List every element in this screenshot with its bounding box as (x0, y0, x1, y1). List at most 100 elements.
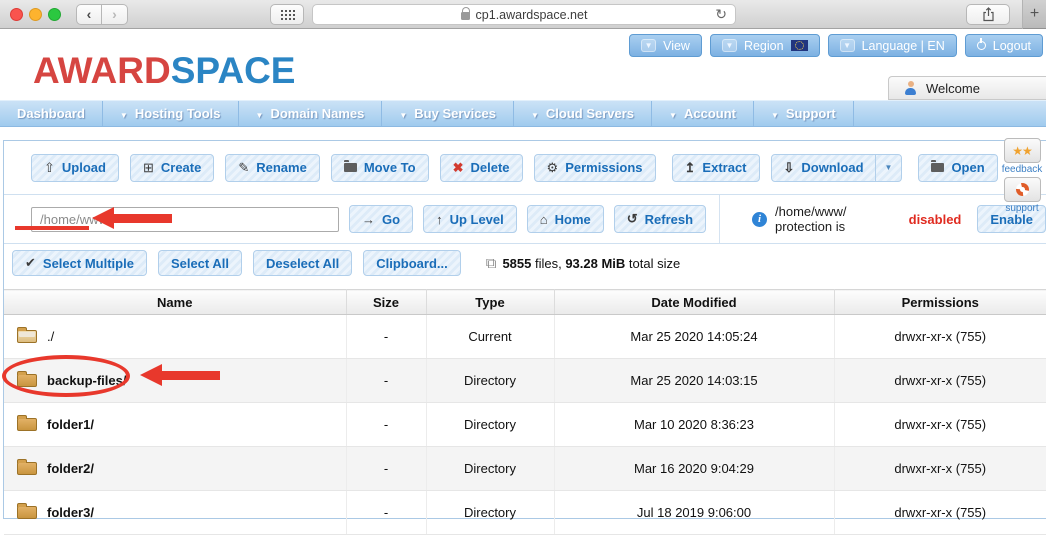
nav-item-buy-services[interactable]: Buy Services (382, 101, 514, 126)
file-name[interactable]: backup-files/ (47, 373, 126, 388)
rename-label: Rename (256, 160, 307, 175)
close-window-button[interactable] (10, 8, 23, 21)
table-row-current-dir[interactable]: ./ - Current Mar 25 2020 14:05:24 drwxr-… (4, 315, 1046, 359)
open-label: Open (951, 160, 984, 175)
download-dropdown-chevron-icon[interactable] (875, 155, 902, 181)
zoom-window-button[interactable] (48, 8, 61, 21)
nav-label: Support (786, 106, 836, 121)
feedback-badge[interactable]: ★★ feedback (1000, 138, 1044, 175)
logout-button[interactable]: Logout (965, 34, 1043, 57)
path-input[interactable] (31, 207, 339, 232)
minimize-window-button[interactable] (29, 8, 42, 21)
create-button[interactable]: ⊞ Create (130, 154, 214, 182)
region-button[interactable]: Region (710, 34, 820, 57)
lock-icon (461, 12, 470, 20)
column-header-permissions[interactable]: Permissions (834, 290, 1046, 315)
download-label: Download (801, 160, 863, 175)
nav-label: Buy Services (414, 106, 496, 121)
file-permissions: drwxr-xr-x (755) (834, 359, 1046, 403)
move-to-folder-icon (344, 163, 357, 172)
refresh-button[interactable]: ↺ Refresh (614, 205, 706, 233)
file-name[interactable]: ./ (47, 329, 54, 344)
deselect-all-label: Deselect All (266, 256, 339, 271)
check-icon: ✔ (25, 255, 36, 271)
extract-button[interactable]: ↥ Extract (672, 154, 760, 182)
column-header-name[interactable]: Name (4, 290, 346, 315)
table-row-backup-files[interactable]: backup-files/ - Directory Mar 25 2020 14… (4, 359, 1046, 403)
share-button[interactable] (966, 4, 1010, 25)
user-icon (904, 81, 917, 95)
nav-label: Dashboard (17, 106, 85, 121)
forward-button[interactable]: › (102, 4, 128, 25)
file-type: Directory (426, 491, 554, 535)
nav-item-domain-names[interactable]: Domain Names (239, 101, 383, 126)
reload-icon[interactable]: ↻ (715, 6, 727, 23)
deselect-all-button[interactable]: Deselect All (253, 250, 352, 276)
delete-label: Delete (471, 160, 510, 175)
language-label: Language | EN (862, 39, 945, 53)
stars-icon: ★★ (1012, 144, 1032, 158)
file-manager-panel: ⇧ Upload ⊞ Create ✎ Rename Move To ✖ Del… (3, 140, 1046, 519)
selection-toolbar: ✔ Select Multiple Select All Deselect Al… (4, 244, 1046, 282)
address-bar[interactable]: cp1.awardspace.net ↻ (312, 4, 736, 25)
path-bar: → Go ↑ Up Level ⌂ Home ↺ Refresh i /home… (4, 195, 1046, 244)
column-header-size[interactable]: Size (346, 290, 426, 315)
file-type: Current (426, 315, 554, 359)
download-button[interactable]: ⇩ Download (771, 154, 903, 182)
upload-icon: ⇧ (44, 160, 55, 176)
clipboard-button[interactable]: Clipboard... (363, 250, 461, 276)
logo-space: SPACE (171, 50, 296, 91)
file-name[interactable]: folder1/ (47, 417, 94, 432)
welcome-tab[interactable]: Welcome (888, 76, 1046, 100)
browser-chrome: ‹ › cp1.awardspace.net ↻ + (0, 0, 1046, 29)
file-date: Mar 10 2020 8:36:23 (554, 403, 834, 447)
move-to-button[interactable]: Move To (331, 154, 429, 182)
permissions-label: Permissions (565, 160, 642, 175)
open-button[interactable]: Open (918, 154, 997, 182)
file-date: Mar 25 2020 14:05:24 (554, 315, 834, 359)
file-type: Directory (426, 359, 554, 403)
file-permissions: drwxr-xr-x (755) (834, 403, 1046, 447)
home-icon: ⌂ (540, 212, 548, 227)
up-arrow-icon: ↑ (436, 212, 443, 227)
file-type: Directory (426, 403, 554, 447)
grid-icon (281, 10, 283, 12)
table-row-folder2[interactable]: folder2/ - Directory Mar 16 2020 9:04:29… (4, 447, 1046, 491)
upload-button[interactable]: ⇧ Upload (31, 154, 119, 182)
up-level-button[interactable]: ↑ Up Level (423, 205, 517, 233)
nav-item-hosting-tools[interactable]: Hosting Tools (103, 101, 239, 126)
new-tab-button[interactable]: + (1022, 0, 1046, 29)
go-button[interactable]: → Go (349, 205, 413, 233)
nav-label: Hosting Tools (135, 106, 221, 121)
column-header-type[interactable]: Type (426, 290, 554, 315)
view-button[interactable]: View (629, 34, 702, 57)
logo-award: AWARD (33, 50, 171, 91)
nav-item-dashboard[interactable]: Dashboard (0, 101, 103, 126)
open-folder-icon (931, 163, 944, 172)
select-multiple-button[interactable]: ✔ Select Multiple (12, 250, 147, 276)
permissions-button[interactable]: ⚙ Permissions (534, 154, 656, 182)
file-table: Name Size Type Date Modified Permissions… (4, 289, 1046, 535)
table-row-folder3[interactable]: folder3/ - Directory Jul 18 2019 9:06:00… (4, 491, 1046, 535)
eu-flag-icon (791, 40, 808, 51)
nav-item-support[interactable]: Support (754, 101, 854, 126)
file-name[interactable]: folder3/ (47, 505, 94, 520)
chevron-down-icon (669, 106, 677, 121)
show-tab-overview-button[interactable] (270, 4, 304, 25)
back-button[interactable]: ‹ (76, 4, 102, 25)
column-header-date-modified[interactable]: Date Modified (554, 290, 834, 315)
support-badge[interactable]: support (1000, 177, 1044, 214)
file-name[interactable]: folder2/ (47, 461, 94, 476)
nav-item-cloud-servers[interactable]: Cloud Servers (514, 101, 652, 126)
rename-button[interactable]: ✎ Rename (225, 154, 319, 182)
path-controls: → Go ↑ Up Level ⌂ Home ↺ Refresh (4, 195, 719, 243)
table-row-folder1[interactable]: folder1/ - Directory Mar 10 2020 8:36:23… (4, 403, 1046, 447)
select-all-button[interactable]: Select All (158, 250, 242, 276)
delete-button[interactable]: ✖ Delete (440, 154, 523, 182)
folder-icon (17, 506, 37, 519)
chevron-down-icon (399, 106, 407, 121)
language-button[interactable]: Language | EN (828, 34, 957, 57)
home-button[interactable]: ⌂ Home (527, 205, 604, 233)
chevron-down-icon (531, 106, 539, 121)
nav-item-account[interactable]: Account (652, 101, 754, 126)
